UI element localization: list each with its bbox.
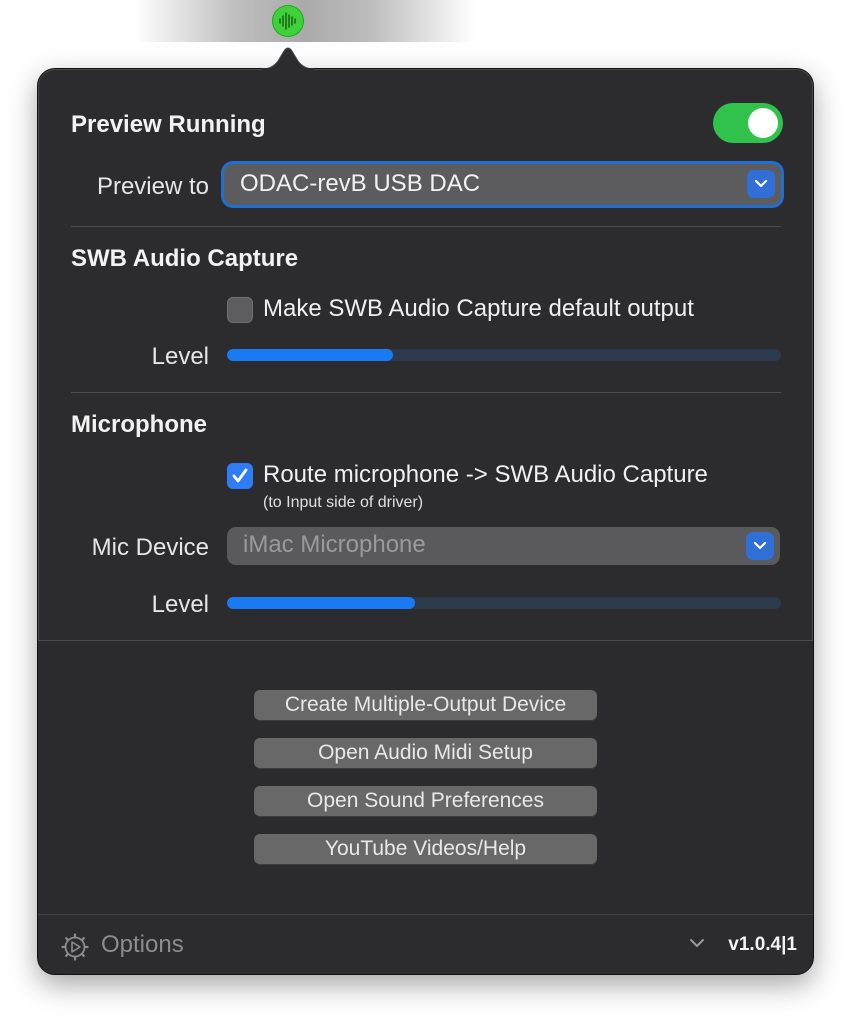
swb-level-label: Level	[151, 343, 209, 370]
mic-device-value: iMac Microphone	[243, 531, 426, 558]
waveform-icon[interactable]	[272, 5, 304, 37]
mic-route-note: (to Input side of driver)	[263, 494, 424, 511]
preview-device-select[interactable]: ODAC-revB USB DAC	[224, 164, 781, 205]
divider	[71, 392, 781, 393]
open-sound-prefs-button[interactable]: Open Sound Preferences	[254, 786, 597, 816]
chevron-down-icon	[746, 532, 774, 560]
toggle-knob	[748, 108, 778, 138]
swb-title: SWB Audio Capture	[71, 245, 299, 272]
mic-route-checkbox[interactable]	[227, 463, 253, 489]
chevron-down-icon	[747, 170, 775, 198]
mic-device-select[interactable]: iMac Microphone	[227, 527, 780, 565]
mic-route-label: Route microphone -> SWB Audio Capture	[263, 461, 708, 488]
mic-level-label: Level	[151, 591, 209, 618]
mic-device-label: Mic Device	[91, 534, 209, 561]
swb-default-output-label: Make SWB Audio Capture default output	[263, 295, 694, 322]
mic-level-fill	[227, 597, 416, 609]
swb-level-meter	[227, 349, 781, 361]
mic-title: Microphone	[71, 411, 207, 438]
youtube-help-button[interactable]: YouTube Videos/Help	[254, 834, 597, 864]
mic-level-meter	[227, 597, 781, 609]
open-audio-midi-button[interactable]: Open Audio Midi Setup	[254, 738, 597, 768]
actions-area: Create Multiple-Output Device Open Audio…	[38, 640, 813, 914]
preview-to-label: Preview to	[96, 173, 209, 200]
create-multi-output-button[interactable]: Create Multiple-Output Device	[254, 690, 597, 720]
preview-toggle[interactable]	[713, 103, 783, 143]
gear-icon[interactable]	[61, 933, 89, 961]
preview-device-value: ODAC-revB USB DAC	[240, 170, 481, 197]
popover-arrow	[262, 47, 314, 70]
swb-default-output-checkbox[interactable]	[227, 297, 253, 323]
options-label[interactable]: Options	[101, 931, 184, 959]
divider	[38, 640, 813, 641]
footer: Options v1.0.4|1	[38, 915, 813, 974]
preview-title: Preview Running	[71, 111, 266, 138]
popover-panel: Preview Running Preview to ODAC-revB USB…	[37, 68, 814, 975]
divider	[71, 226, 781, 227]
version-label: v1.0.4|1	[728, 934, 797, 955]
chevron-down-icon[interactable]	[689, 937, 705, 949]
swb-level-fill	[227, 349, 394, 361]
menu-bar	[135, 0, 475, 42]
